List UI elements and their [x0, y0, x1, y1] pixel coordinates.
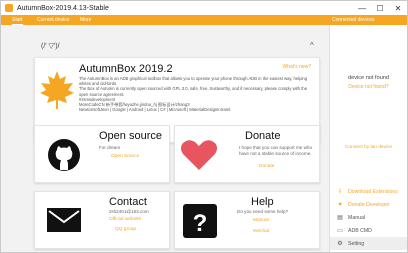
gear-icon: ⚙	[337, 241, 343, 247]
app-window: AutumnBox-2019.4.13-Stable — ☐ ✕ Start C…	[0, 0, 408, 253]
open-source-card[interactable]: Open source For dream Open Source	[34, 125, 170, 183]
tab-start[interactable]: Start	[12, 15, 23, 25]
contact-email: zsh2401@163.com	[109, 209, 149, 214]
donate-title: Donate	[245, 130, 281, 142]
hero-desc-line: The AutumnBox is an ADB graphical toolbo…	[79, 76, 308, 87]
open-source-link[interactable]: Open Source	[111, 154, 139, 159]
side-item-label: ADB CMD	[348, 227, 372, 234]
side-item-label: Donate Developer	[348, 201, 390, 208]
donate-developer-item[interactable]: ♥ Donate Developer	[330, 198, 407, 211]
github-icon	[48, 139, 80, 171]
kaomoji-text: (/' ▽')/	[41, 43, 60, 50]
hero-desc-line: NewtonsoftJson | Google | Android | Linu…	[79, 107, 231, 113]
adb-cmd-item[interactable]: ▭ ADB CMD	[330, 224, 407, 237]
device-status-area: device not found Device not found? Conne…	[330, 25, 407, 153]
whats-new-link[interactable]: What's new?	[283, 64, 311, 70]
device-status-text: device not found	[347, 75, 390, 81]
chevron-up-icon[interactable]: ^	[310, 41, 314, 50]
contact-title: Contact	[109, 196, 147, 208]
device-panel: device not found Device not found? Conne…	[329, 25, 407, 252]
donate-text: I hope that you can support me who have …	[239, 145, 313, 156]
connect-lan-link[interactable]: Connect by lan device	[330, 145, 407, 150]
help-card[interactable]: ? Help Do you need some help? Manual Wec…	[174, 191, 320, 249]
help-text: Do you need some help?	[237, 209, 289, 214]
contact-card[interactable]: Contact zsh2401@163.com Official website…	[34, 191, 170, 249]
title-bar: AutumnBox-2019.4.13-Stable — ☐ ✕	[1, 1, 407, 15]
side-item-label: Setting	[348, 240, 365, 247]
close-button[interactable]: ✕	[389, 1, 407, 15]
help-title: Help	[251, 196, 274, 208]
minimize-button[interactable]: —	[353, 1, 371, 15]
hero-description: The AutumnBox is an ADB graphical toolbo…	[79, 76, 315, 112]
download-extensions-item[interactable]: ⇩ Download Extensions	[330, 185, 407, 198]
heart-icon	[181, 140, 217, 170]
tab-bar: Start Current device More Connected devi…	[1, 15, 407, 25]
side-menu: ⇩ Download Extensions ♥ Donate Developer…	[330, 185, 407, 250]
start-page: (/' ▽')/ ^ AutumnBox 2019.2 What's new? …	[1, 25, 329, 252]
donate-link[interactable]: Donate	[259, 164, 274, 169]
hero-desc-line: The Box of Autumn is currently open sour…	[79, 86, 308, 97]
tab-more[interactable]: More	[80, 15, 91, 25]
manual-item[interactable]: ▤ Manual	[330, 211, 407, 224]
heart-icon: ♥	[338, 201, 342, 208]
maple-leaf-icon	[40, 71, 74, 109]
manual-icon: ▤	[337, 215, 343, 221]
setting-item[interactable]: ⚙ Setting	[330, 237, 407, 250]
official-website-link[interactable]: Official website	[109, 217, 141, 222]
tab-connected-devices[interactable]: Connected devices	[332, 15, 375, 25]
wechat-link[interactable]: Wechat	[253, 229, 269, 234]
tab-current-device[interactable]: Current device	[37, 15, 70, 25]
terminal-icon: ▭	[337, 228, 343, 234]
svg-text:?: ?	[193, 210, 208, 237]
donate-card[interactable]: Donate I hope that you can support me wh…	[174, 125, 320, 183]
app-logo-icon	[5, 4, 13, 12]
download-icon: ⇩	[337, 189, 343, 195]
help-icon: ?	[183, 204, 217, 238]
hero-title: AutumnBox 2019.2	[79, 63, 173, 75]
qq-group-link[interactable]: QQ group	[115, 227, 136, 232]
side-item-label: Download Extensions	[348, 188, 398, 195]
manual-link[interactable]: Manual	[253, 218, 269, 223]
window-title: AutumnBox-2019.4.13-Stable	[17, 4, 109, 12]
open-source-title: Open source	[99, 130, 162, 142]
maximize-button[interactable]: ☐	[371, 1, 389, 15]
mail-icon	[47, 208, 81, 232]
device-not-found-link[interactable]: Device not found?	[330, 84, 407, 90]
open-source-text: For dream	[99, 145, 121, 150]
side-item-label: Manual	[348, 214, 366, 221]
